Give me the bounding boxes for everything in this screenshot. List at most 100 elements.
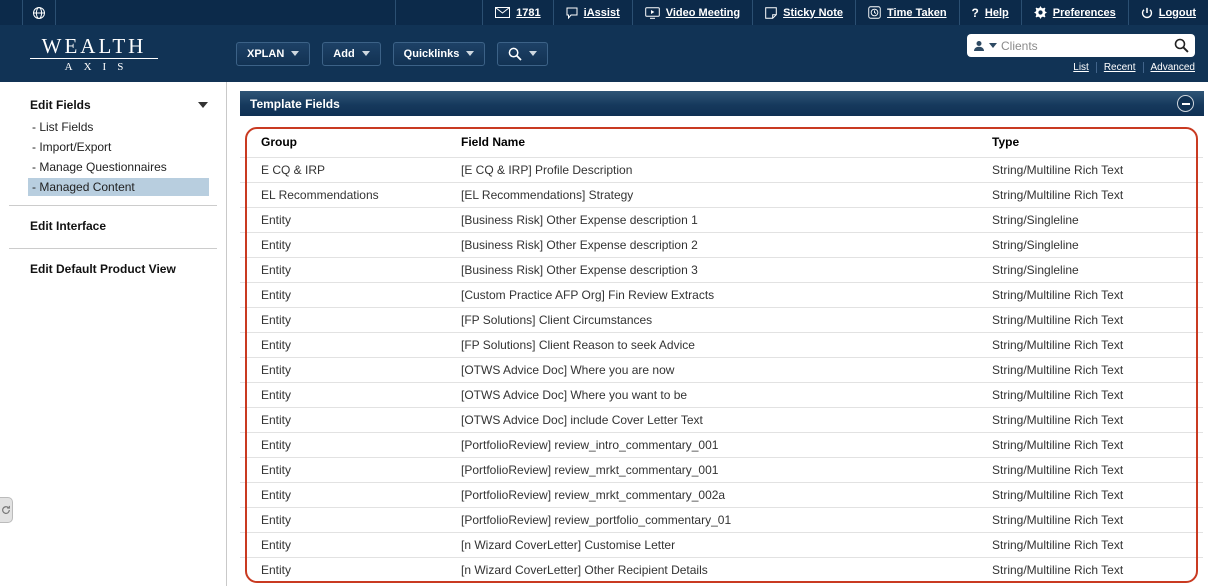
- sidebar-section-edit-fields[interactable]: Edit Fields: [0, 94, 226, 118]
- client-search-box: [967, 34, 1195, 57]
- question-mark-icon: ?: [971, 5, 979, 20]
- add-menu-label: Add: [333, 47, 355, 60]
- field-name-cell: [PortfolioReview] review_mrkt_commentary…: [461, 481, 992, 507]
- table-row: Entity [n Wizard CoverLetter] Customise L…: [240, 531, 1203, 557]
- mail-link[interactable]: 1781: [482, 0, 552, 25]
- utility-bar-spacer: [56, 0, 396, 25]
- field-name-cell: [EL Recommendations] Strategy: [461, 181, 992, 207]
- logo-line1: WEALTH: [41, 33, 147, 58]
- group-cell: Entity: [240, 556, 461, 582]
- mail-count: 1781: [516, 6, 541, 19]
- type-cell: String/Multiline Rich Text: [992, 381, 1203, 407]
- table-row: Entity [Business Risk] Other Expense desc…: [240, 231, 1203, 257]
- table-row: Entity [PortfolioReview] review_mrkt_comm…: [240, 456, 1203, 482]
- sidebar-collapse-handle[interactable]: [0, 497, 13, 523]
- group-cell: EL Recommendations: [240, 181, 461, 207]
- video-meeting-link[interactable]: Video Meeting: [631, 0, 752, 25]
- chevron-down-icon: [466, 51, 475, 56]
- chevron-down-icon: [291, 51, 300, 56]
- collapse-panel-button[interactable]: [1177, 95, 1194, 112]
- envelope-icon: [495, 7, 511, 18]
- time-taken-link[interactable]: Time Taken: [855, 0, 959, 25]
- search-links: List Recent Advanced: [1066, 62, 1195, 73]
- type-cell: String/Singleline: [992, 231, 1203, 257]
- group-cell: Entity: [240, 331, 461, 357]
- table-header-row: Group Field Name Type: [240, 127, 1203, 157]
- help-link[interactable]: ? Help: [958, 0, 1021, 25]
- edit-fields-title: Edit Fields: [30, 98, 91, 112]
- type-cell: String/Multiline Rich Text: [992, 156, 1203, 182]
- sidebar: Edit Fields List Fields Import/Export Mana…: [0, 82, 227, 586]
- type-cell: String/Multiline Rich Text: [992, 406, 1203, 432]
- type-cell: String/Multiline Rich Text: [992, 556, 1203, 582]
- globe-button[interactable]: [22, 0, 56, 25]
- field-name-cell: [Business Risk] Other Expense descriptio…: [461, 256, 992, 282]
- gear-icon: [1033, 6, 1047, 19]
- table-row: EL Recommendations [EL Recommendations] S…: [240, 181, 1203, 207]
- advanced-search-button[interactable]: [497, 41, 549, 66]
- sticky-note-link[interactable]: Sticky Note: [752, 0, 855, 25]
- group-cell: Entity: [240, 356, 461, 382]
- logout-link[interactable]: Logout: [1127, 0, 1208, 25]
- power-icon: [1141, 7, 1152, 18]
- group-cell: Entity: [240, 281, 461, 307]
- client-search-input[interactable]: [1001, 38, 1170, 53]
- chevron-down-icon[interactable]: [989, 43, 997, 48]
- type-cell: String/Singleline: [992, 206, 1203, 232]
- field-name-cell: [Business Risk] Other Expense descriptio…: [461, 206, 992, 232]
- chevron-down-icon: [361, 51, 370, 56]
- quicklinks-menu-button[interactable]: Quicklinks: [392, 41, 486, 66]
- field-name-cell: [Business Risk] Other Expense descriptio…: [461, 231, 992, 257]
- table-row: Entity [FP Solutions] Client Circumstance…: [240, 306, 1203, 332]
- group-cell: Entity: [240, 206, 461, 232]
- help-label: Help: [984, 6, 1009, 19]
- type-cell: String/Singleline: [992, 256, 1203, 282]
- xplan-menu-button[interactable]: XPLAN: [236, 41, 311, 66]
- search-icon[interactable]: [1174, 38, 1189, 53]
- sticky-note-icon: [765, 6, 777, 19]
- sidebar-item-list-fields[interactable]: List Fields: [28, 118, 209, 136]
- field-name-cell: [PortfolioReview] review_portfolio_comme…: [461, 506, 992, 532]
- field-name-cell: [FP Solutions] Client Reason to seek Adv…: [461, 331, 992, 357]
- iassist-link[interactable]: iAssist: [552, 0, 632, 25]
- add-menu-button[interactable]: Add: [322, 41, 381, 66]
- time-taken-label: Time Taken: [887, 6, 947, 19]
- field-name-cell: [n Wizard CoverLetter] Customise Letter: [461, 531, 992, 557]
- table-row: Entity [Business Risk] Other Expense desc…: [240, 206, 1203, 232]
- type-cell: String/Multiline Rich Text: [992, 431, 1203, 457]
- person-icon[interactable]: [973, 40, 985, 52]
- preferences-link[interactable]: Preferences: [1020, 0, 1128, 25]
- utility-bar-spacer: [0, 0, 22, 25]
- preferences-label: Preferences: [1052, 6, 1116, 19]
- sidebar-divider: [9, 248, 217, 249]
- video-meeting-icon: [644, 6, 660, 19]
- search-icon: [508, 47, 522, 61]
- sidebar-section-edit-interface[interactable]: Edit Interface: [0, 215, 226, 239]
- type-cell: String/Multiline Rich Text: [992, 506, 1203, 532]
- sidebar-item-manage-questionnaires[interactable]: Manage Questionnaires: [28, 158, 209, 176]
- table-row: Entity [OTWS Advice Doc] Where you want t…: [240, 381, 1203, 407]
- sidebar-item-managed-content[interactable]: Managed Content: [28, 178, 209, 196]
- search-link-advanced[interactable]: Advanced: [1142, 62, 1195, 73]
- main-panel: Template Fields Group Field Name Type E …: [227, 82, 1208, 586]
- video-meeting-label: Video Meeting: [665, 6, 741, 19]
- search-link-list[interactable]: List: [1066, 62, 1096, 73]
- table-row: Entity [OTWS Advice Doc] Where you are no…: [240, 356, 1203, 382]
- column-header-type: Type: [992, 134, 1020, 149]
- utility-bar: 1781 iAssist Video Meeting Sticky Note T…: [0, 0, 1208, 25]
- globe-icon: [33, 6, 45, 19]
- table-row: Entity [PortfolioReview] review_intro_com…: [240, 431, 1203, 457]
- sidebar-item-import-export[interactable]: Import/Export: [28, 138, 209, 156]
- search-link-recent[interactable]: Recent: [1095, 62, 1143, 73]
- group-cell: Entity: [240, 231, 461, 257]
- sidebar-divider: [9, 205, 217, 206]
- table-row: Entity [PortfolioReview] review_mrkt_comm…: [240, 481, 1203, 507]
- field-name-cell: [OTWS Advice Doc] Where you are now: [461, 356, 992, 382]
- edit-fields-items: List Fields Import/Export Manage Questionn…: [0, 118, 226, 196]
- main-nav: XPLAN Add Quicklinks: [236, 41, 549, 66]
- logo-line2: AXIS: [30, 57, 158, 73]
- sidebar-section-edit-default-product-view[interactable]: Edit Default Product View: [0, 258, 226, 282]
- chevron-down-icon: [529, 51, 538, 56]
- type-cell: String/Multiline Rich Text: [992, 306, 1203, 332]
- main-header: WEALTH AXIS XPLAN Add Quicklinks List Re…: [0, 25, 1208, 82]
